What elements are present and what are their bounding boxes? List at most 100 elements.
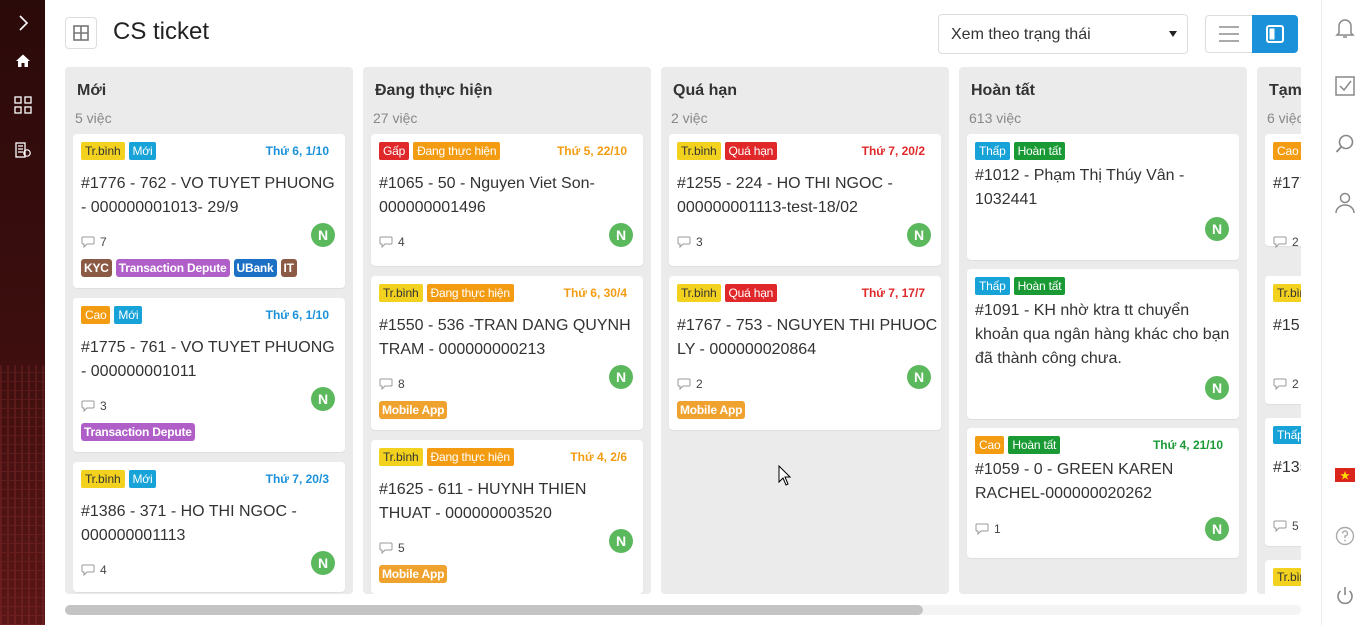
- apps-grid-button[interactable]: [65, 17, 97, 49]
- ticket-card[interactable]: Tr.bình Đang thực hiện Thứ 6, 30/4 #1550 - …: [371, 276, 643, 430]
- ticket-title[interactable]: #1012 - Phạm Thị Thúy Vân - 1032441: [975, 164, 1237, 212]
- ticket-card[interactable]: Thấp #135 - 00 5: [1265, 418, 1301, 546]
- caret-down-icon: [1169, 31, 1177, 37]
- ticket-title[interactable]: #1059 - 0 - GREEN KAREN RACHEL-000000020…: [975, 458, 1237, 506]
- user-icon[interactable]: [1322, 192, 1366, 214]
- comment-icon: [1273, 520, 1287, 532]
- assignee-avatar[interactable]: N: [609, 365, 633, 389]
- ticket-title[interactable]: #1091 - KH nhờ ktra tt chuyển khoản qua …: [975, 299, 1237, 371]
- view-mode-select[interactable]: Xem theo trạng thái: [938, 14, 1188, 54]
- board-column: Tạm6 việcCao#177 - Tin2Tr.bình#151 0002T…: [1257, 67, 1301, 594]
- ticket-title[interactable]: #1386 - 371 - HO THI NGOC - 000000001113: [81, 500, 343, 548]
- column-count: 613 việc: [969, 110, 1022, 126]
- apps-grid-icon: [73, 25, 89, 41]
- card-tags: Thấp: [1273, 426, 1301, 444]
- status-tag: Cao: [975, 436, 1005, 454]
- assignee-avatar[interactable]: N: [311, 387, 335, 411]
- ticket-card[interactable]: Tr.bình Quá hạn Thứ 7, 20/2 #1255 - 224 - H…: [669, 134, 941, 266]
- assignee-avatar[interactable]: N: [609, 529, 633, 553]
- ticket-title[interactable]: #1775 - 761 - VO TUYET PHUONG - 00000000…: [81, 336, 343, 384]
- ticket-title[interactable]: #1776 - 762 - VO TUYET PHUONG - 00000000…: [81, 172, 343, 220]
- ticket-card[interactable]: Tr.bình Mới Thứ 6, 1/10 #1776 - 762 - VO TU…: [73, 134, 345, 288]
- assignee-avatar[interactable]: N: [1205, 517, 1229, 541]
- comment-count-value: 4: [398, 235, 405, 249]
- comment-count: 5: [1273, 519, 1299, 533]
- comment-icon: [379, 542, 393, 554]
- ticket-card[interactable]: Tr.bình Đang thực hiện Thứ 4, 2/6 #1625 - 6…: [371, 440, 643, 594]
- horizontal-scrollbar[interactable]: [65, 605, 1301, 615]
- ticket-title[interactable]: #1065 - 50 - Nguyen Viet Son- 0000000014…: [379, 172, 641, 220]
- scrollbar-thumb[interactable]: [65, 605, 923, 615]
- ticket-title[interactable]: #1255 - 224 - HO THI NGOC - 000000001113…: [677, 172, 939, 220]
- ticket-title[interactable]: #151 000: [1273, 314, 1301, 338]
- right-sidebar: [1321, 0, 1366, 625]
- comment-count: 2: [1273, 377, 1299, 391]
- assignee-avatar[interactable]: N: [907, 223, 931, 247]
- ticket-card[interactable]: Tr.bình Mới Thứ 7, 20/3 #1386 - 371 - HO TH…: [73, 462, 345, 592]
- assignee-avatar[interactable]: N: [1205, 376, 1229, 400]
- due-date: Thứ 6, 1/10: [265, 308, 329, 322]
- list-view-button[interactable]: [1205, 15, 1253, 53]
- ticket-title[interactable]: #177 - Tin: [1273, 172, 1301, 196]
- ticket-title[interactable]: #1550 - 536 -TRAN DANG QUYNH TRAM - 0000…: [379, 314, 641, 362]
- building-icon[interactable]: [0, 141, 45, 164]
- card-tags: Thấp Hoàn tất: [975, 142, 1066, 160]
- ticket-card[interactable]: Cao #177 - Tin 2: [1265, 134, 1301, 249]
- apps-grid-icon[interactable]: [0, 96, 45, 119]
- assignee-avatar[interactable]: N: [311, 223, 335, 247]
- category-label: UBank: [233, 259, 277, 277]
- ticket-card[interactable]: Cao Hoàn tất Thứ 4, 21/10 #1059 - 0 - GREEN…: [967, 428, 1239, 558]
- main-area: CS ticket Xem theo trạng thái Mới 5 việc T…: [45, 0, 1321, 625]
- power-icon[interactable]: [1322, 586, 1366, 606]
- comment-count-value: 5: [1292, 519, 1299, 533]
- status-tag: Mới: [128, 142, 157, 160]
- home-icon[interactable]: [0, 53, 45, 74]
- ticket-card[interactable]: Tr.bình Quá hạn Thứ 7, 17/7 #1767 - 753 - N…: [669, 276, 941, 430]
- comment-count-value: 7: [100, 235, 107, 249]
- card-labels: KYC Transaction Depute UBank IT: [81, 259, 297, 277]
- assignee-avatar[interactable]: N: [1205, 217, 1229, 241]
- ticket-card[interactable]: Cao Mới Thứ 6, 1/10 #1775 - 761 - VO TUYET …: [73, 298, 345, 452]
- ticket-title[interactable]: #1625 - 611 - HUYNH THIEN THUAT - 000000…: [379, 478, 641, 526]
- column-count: 27 việc: [373, 110, 418, 126]
- category-label: Transaction Depute: [81, 423, 195, 441]
- ticket-card[interactable]: Gấp Đang thực hiện Thứ 5, 22/10 #1065 - 50 …: [371, 134, 643, 266]
- chevron-right-icon[interactable]: [0, 14, 45, 37]
- due-date: Thứ 4, 2/6: [570, 450, 627, 464]
- status-tag: Tr.bình: [379, 284, 423, 302]
- card-tags: Tr.bình Đang thực hiện: [379, 448, 514, 466]
- bell-icon[interactable]: [1322, 17, 1366, 39]
- column-count: 5 việc: [75, 110, 112, 126]
- assignee-avatar[interactable]: N: [907, 365, 931, 389]
- status-tag: Tr.bình: [1273, 284, 1301, 302]
- page-title: CS ticket: [113, 18, 210, 45]
- comment-icon: [81, 564, 95, 576]
- search-icon[interactable]: [1322, 134, 1366, 154]
- assignee-avatar[interactable]: N: [609, 223, 633, 247]
- ticket-title[interactable]: #1767 - 753 - NGUYEN THI PHUOC LY - 0000…: [677, 314, 939, 362]
- ticket-title[interactable]: #135 - 00: [1273, 456, 1301, 480]
- status-tag: Tr.bình: [677, 284, 721, 302]
- due-date: Thứ 6, 30/4: [563, 286, 627, 300]
- card-tags: Cao Hoàn tất: [975, 436, 1061, 454]
- ticket-card[interactable]: Thấp Hoàn tất #1091 - KH nhờ ktra tt chuyể…: [967, 269, 1239, 419]
- help-icon[interactable]: [1322, 526, 1366, 546]
- ticket-card[interactable]: Tr.bình #151 000 2: [1265, 276, 1301, 404]
- ticket-card[interactable]: Thấp Hoàn tất #1012 - Phạm Thị Thúy Vân - …: [967, 134, 1239, 260]
- column-title: Mới: [77, 82, 107, 99]
- column-title: Đang thực hiện: [375, 82, 493, 99]
- checkbox-icon[interactable]: [1322, 76, 1366, 96]
- kanban-icon: [1266, 25, 1284, 43]
- left-sidebar: [0, 0, 45, 625]
- card-labels: Mobile App: [677, 401, 746, 419]
- category-label: Transaction Depute: [115, 259, 230, 277]
- card-tags: Thấp Hoàn tất: [975, 277, 1066, 295]
- ticket-card[interactable]: Tr.bình: [1265, 560, 1301, 594]
- kanban-view-button[interactable]: [1252, 15, 1298, 53]
- status-tag: Thấp: [975, 142, 1010, 160]
- assignee-avatar[interactable]: N: [311, 551, 335, 575]
- vietnam-flag-icon[interactable]: [1322, 468, 1366, 482]
- sidebar-background-building: [0, 365, 45, 625]
- mouse-cursor-icon: [778, 465, 792, 486]
- column-title: Hoàn tất: [971, 82, 1035, 99]
